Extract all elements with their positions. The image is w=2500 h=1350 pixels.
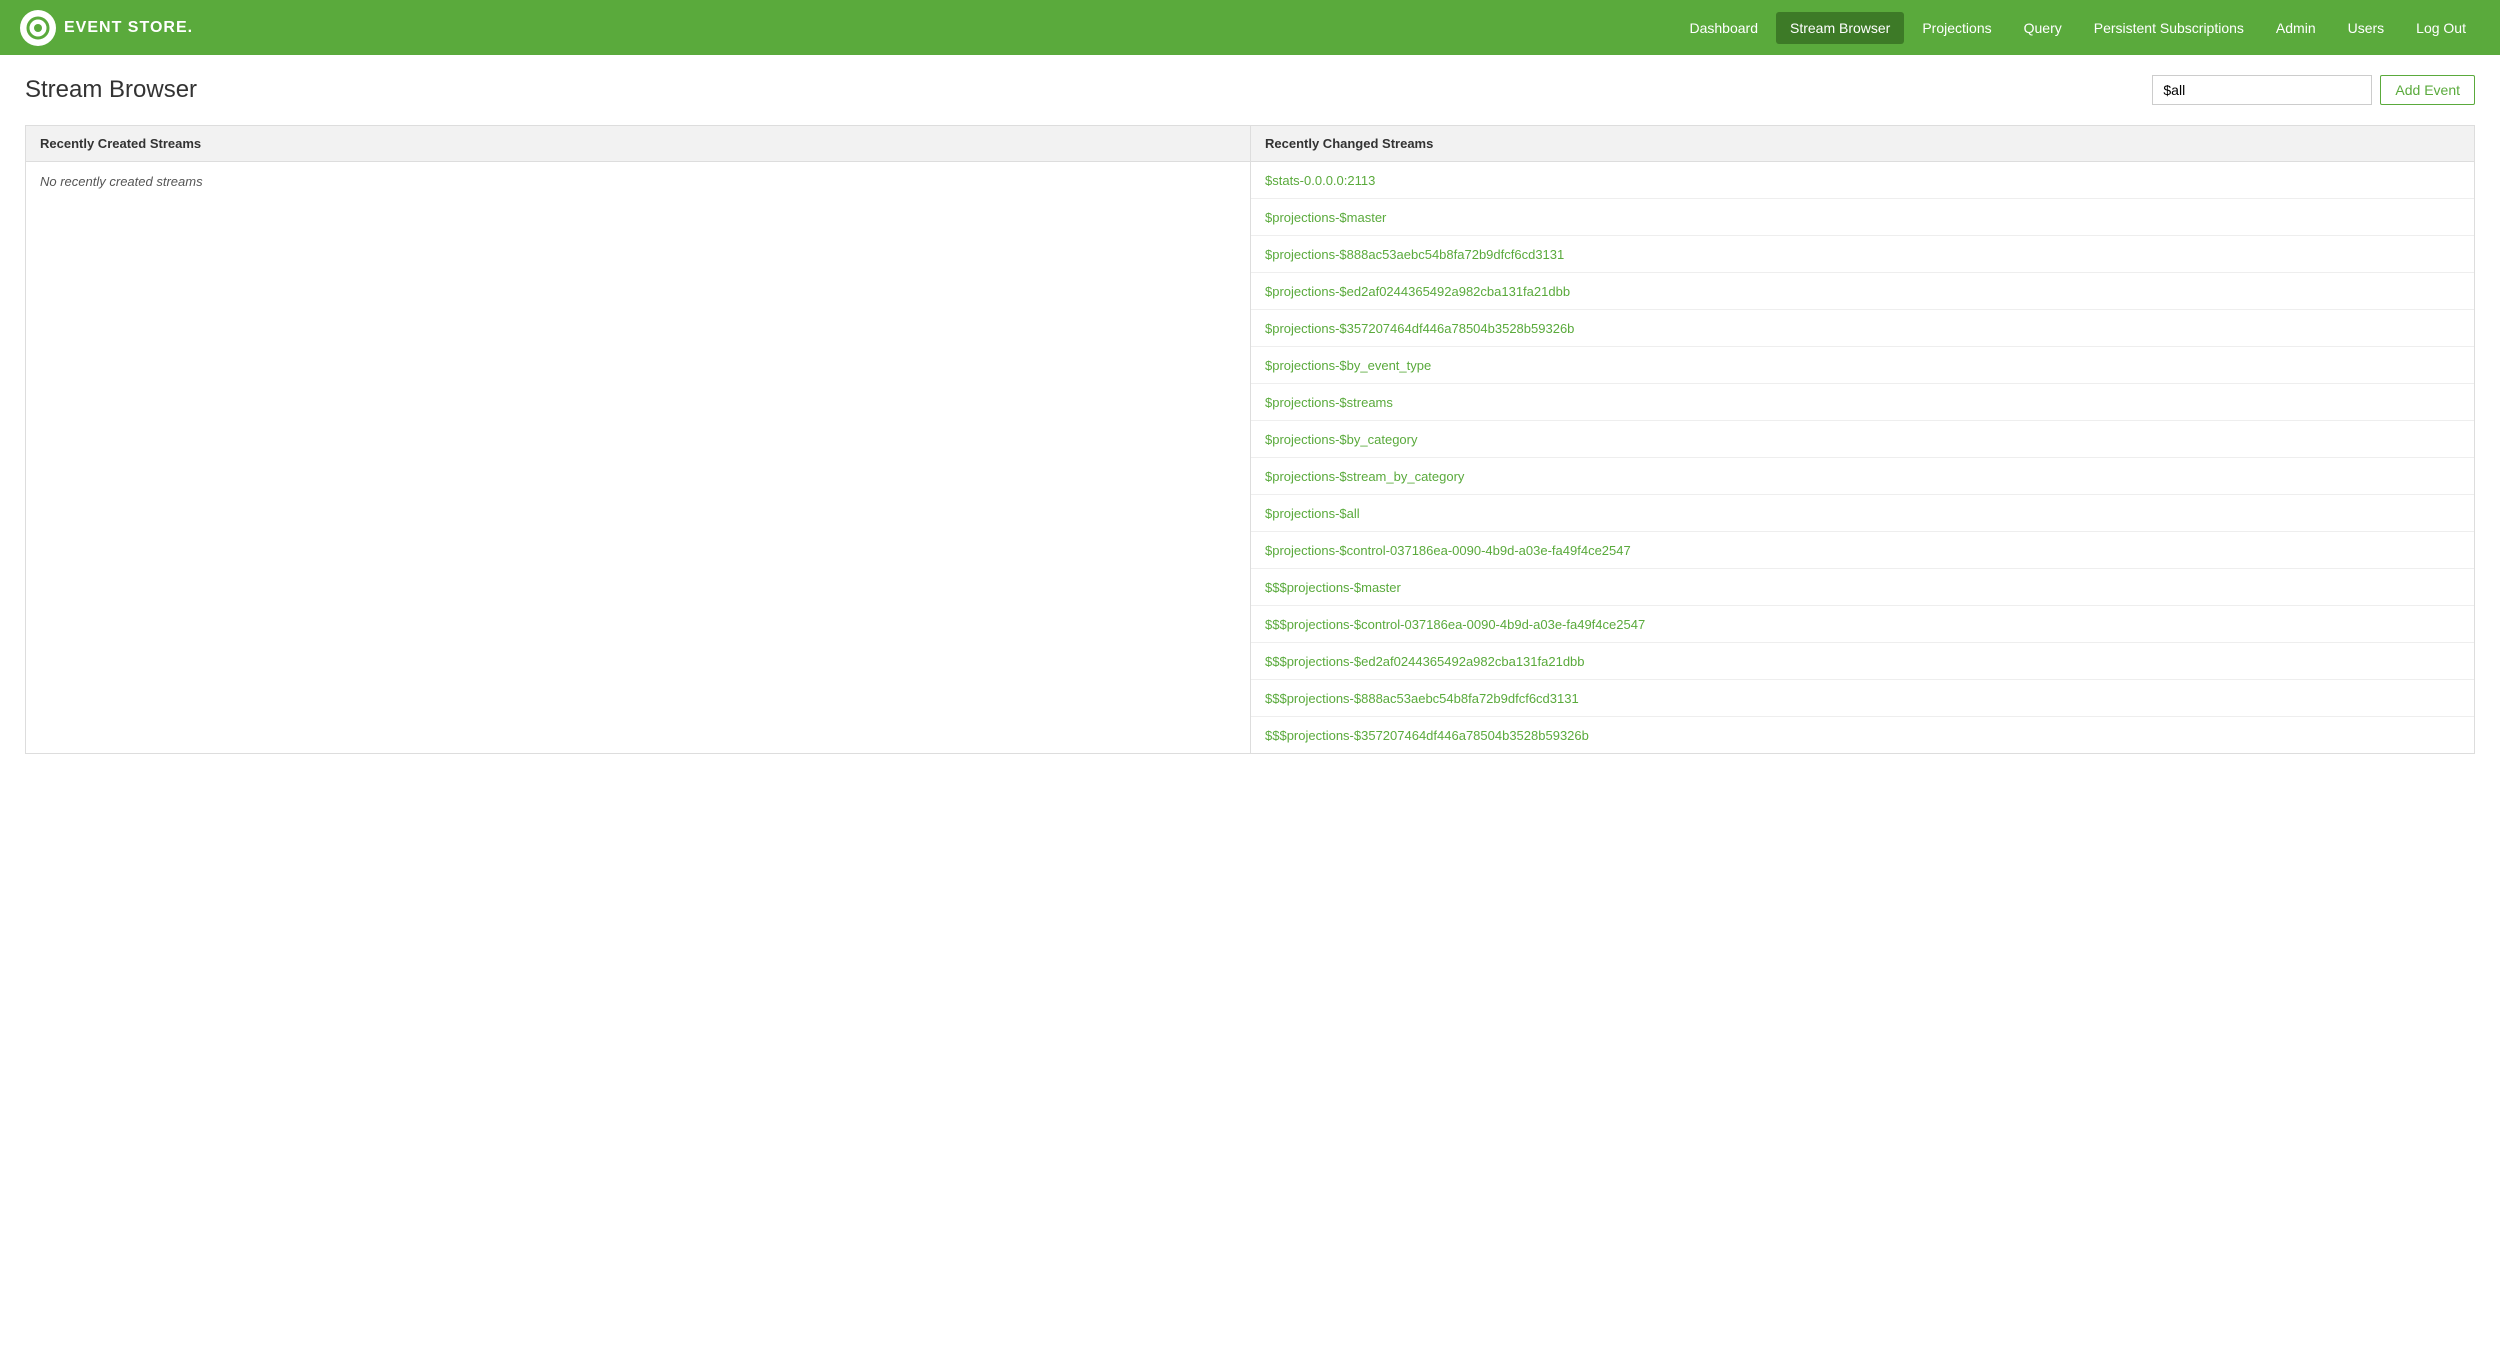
stream-list-item[interactable]: $projections-$master [1251,199,2474,236]
brand-logo [20,10,56,46]
stream-list-item[interactable]: $$$projections-$888ac53aebc54b8fa72b9dfc… [1251,680,2474,717]
page-title: Stream Browser [25,76,197,104]
add-event-button[interactable]: Add Event [2380,75,2475,105]
search-area: Add Event [2152,75,2475,105]
nav-link-users[interactable]: Users [2334,12,2399,44]
stream-list-item[interactable]: $$$projections-$ed2af0244365492a982cba13… [1251,643,2474,680]
stream-link[interactable]: $$$projections-$control-037186ea-0090-4b… [1265,617,1645,632]
nav-link-dashboard[interactable]: Dashboard [1675,12,1772,44]
stream-link[interactable]: $projections-$control-037186ea-0090-4b9d… [1265,543,1631,558]
stream-list-item[interactable]: $projections-$by_category [1251,421,2474,458]
stream-list-item[interactable]: $projections-$all [1251,495,2474,532]
search-input[interactable] [2152,75,2372,105]
stream-link[interactable]: $stats-0.0.0.0:2113 [1265,173,1375,188]
brand-name: EVENT STORE. [64,19,193,37]
recently-changed-header: Recently Changed Streams [1251,126,2474,162]
stream-list-item[interactable]: $$$projections-$master [1251,569,2474,606]
no-streams-message: No recently created streams [26,162,1250,201]
stream-list-item[interactable]: $projections-$stream_by_category [1251,458,2474,495]
nav-item-persistent-subscriptions[interactable]: Persistent Subscriptions [2080,12,2258,44]
nav-item-projections[interactable]: Projections [1908,12,2005,44]
stream-list-item[interactable]: $stats-0.0.0.0:2113 [1251,162,2474,199]
nav-link-persistent-subscriptions[interactable]: Persistent Subscriptions [2080,12,2258,44]
stream-list-item[interactable]: $projections-$357207464df446a78504b3528b… [1251,310,2474,347]
page-content: Stream Browser Add Event Recently Create… [0,55,2500,774]
stream-link[interactable]: $$$projections-$888ac53aebc54b8fa72b9dfc… [1265,691,1579,706]
page-header: Stream Browser Add Event [25,75,2475,105]
stream-link[interactable]: $projections-$357207464df446a78504b3528b… [1265,321,1574,336]
stream-link[interactable]: $$$projections-$ed2af0244365492a982cba13… [1265,654,1585,669]
stream-link[interactable]: $projections-$streams [1265,395,1393,410]
nav-item-query[interactable]: Query [2010,12,2076,44]
stream-list-item[interactable]: $projections-$ed2af0244365492a982cba131f… [1251,273,2474,310]
stream-link[interactable]: $projections-$stream_by_category [1265,469,1464,484]
nav-link-log-out[interactable]: Log Out [2402,12,2480,44]
nav-link-projections[interactable]: Projections [1908,12,2005,44]
recently-created-header: Recently Created Streams [26,126,1250,162]
stream-list-item[interactable]: $projections-$888ac53aebc54b8fa72b9dfcf6… [1251,236,2474,273]
brand-link[interactable]: EVENT STORE. [20,10,193,46]
nav-item-stream-browser[interactable]: Stream Browser [1776,12,1904,44]
stream-list-item[interactable]: $$$projections-$357207464df446a78504b352… [1251,717,2474,753]
nav-item-log-out[interactable]: Log Out [2402,12,2480,44]
nav-item-users[interactable]: Users [2334,12,2399,44]
stream-link[interactable]: $$$projections-$357207464df446a78504b352… [1265,728,1589,743]
nav-link-query[interactable]: Query [2010,12,2076,44]
recently-created-panel: Recently Created Streams No recently cre… [25,125,1250,754]
nav-list: Dashboard Stream Browser Projections Que… [1675,12,2480,44]
nav-link-stream-browser[interactable]: Stream Browser [1776,12,1904,44]
nav-item-dashboard[interactable]: Dashboard [1675,12,1772,44]
stream-list-item[interactable]: $projections-$control-037186ea-0090-4b9d… [1251,532,2474,569]
stream-link[interactable]: $projections-$all [1265,506,1360,521]
stream-list-item[interactable]: $$$projections-$control-037186ea-0090-4b… [1251,606,2474,643]
stream-link[interactable]: $$$projections-$master [1265,580,1401,595]
recently-created-body: No recently created streams [26,162,1250,201]
nav-link-admin[interactable]: Admin [2262,12,2330,44]
navbar: EVENT STORE. Dashboard Stream Browser Pr… [0,0,2500,55]
stream-link[interactable]: $projections-$by_event_type [1265,358,1431,373]
recently-changed-panel: Recently Changed Streams $stats-0.0.0.0:… [1250,125,2475,754]
stream-link[interactable]: $projections-$888ac53aebc54b8fa72b9dfcf6… [1265,247,1564,262]
stream-list-item[interactable]: $projections-$streams [1251,384,2474,421]
stream-list-item[interactable]: $projections-$by_event_type [1251,347,2474,384]
nav-item-admin[interactable]: Admin [2262,12,2330,44]
stream-link[interactable]: $projections-$by_category [1265,432,1417,447]
recently-changed-body: $stats-0.0.0.0:2113 $projections-$master $… [1251,162,2474,753]
stream-link[interactable]: $projections-$ed2af0244365492a982cba131f… [1265,284,1570,299]
stream-link[interactable]: $projections-$master [1265,210,1386,225]
streams-grid: Recently Created Streams No recently cre… [25,125,2475,754]
